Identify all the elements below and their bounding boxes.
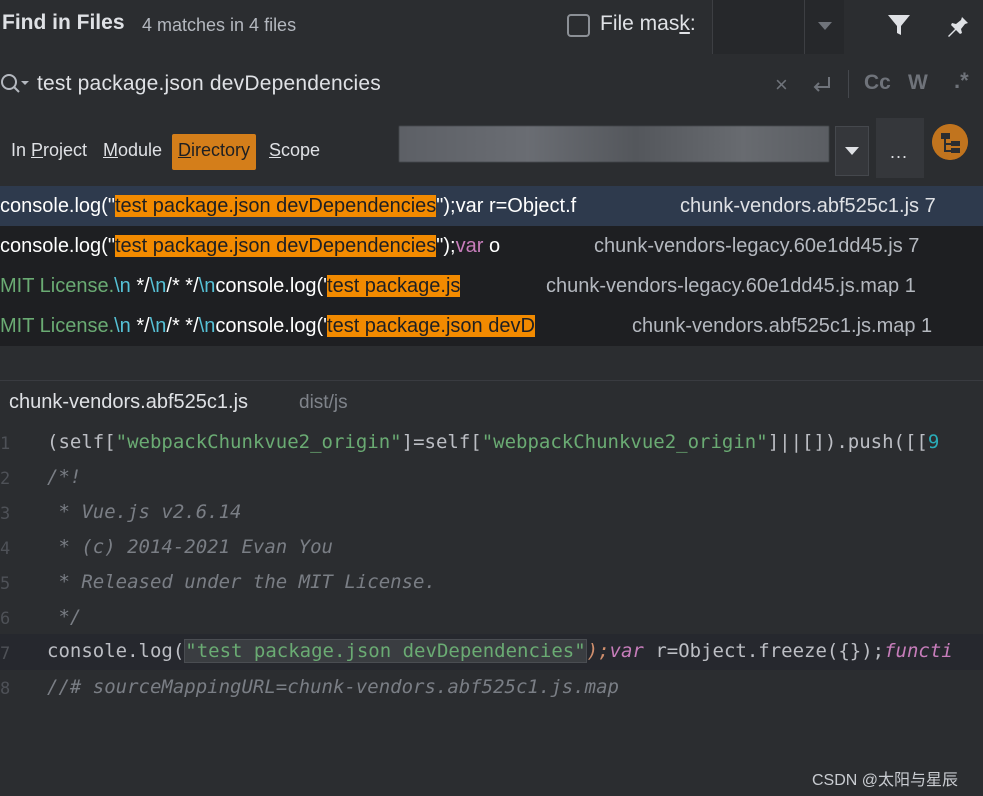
code-line: * Vue.js v2.6.14 (47, 501, 242, 523)
match-case-icon[interactable]: Cc (864, 71, 891, 95)
match-highlight: test package.json devDependencies (114, 235, 437, 257)
tab-in-project[interactable]: In Project (11, 140, 87, 161)
line-number: 2 (0, 469, 11, 489)
preview-header: chunk-vendors.abf525c1.js dist/js (0, 380, 983, 426)
result-row[interactable]: console.log("test package.json devDepend… (0, 226, 983, 266)
file-mask-dropdown[interactable] (804, 0, 844, 54)
match-highlight: "test package.json devDependencies" (184, 639, 587, 663)
preview-file-name: chunk-vendors.abf525c1.js (9, 391, 249, 413)
tab-directory[interactable]: Directory (172, 134, 257, 170)
code-line: (self["webpackChunkvue2_origin"]=self["w… (47, 431, 940, 453)
results-empty-area (0, 346, 983, 380)
result-snippet: console.log("test package.json devDepend… (0, 235, 501, 257)
result-snippet: MIT License.\n */\n/* */\nconsole.log('t… (0, 315, 535, 337)
results-list: console.log("test package.json devDepend… (0, 186, 983, 346)
result-snippet: MIT License.\n */\n/* */\nconsole.log('t… (0, 275, 461, 297)
toolbar-separator (848, 70, 849, 98)
preview-file-path: dist/js (299, 392, 348, 413)
code-line: console.log("test package.json devDepend… (47, 639, 953, 663)
whole-words-icon[interactable]: W (908, 71, 928, 95)
result-file: chunk-vendors.abf525c1.js.map 1 (632, 315, 933, 337)
tab-scope[interactable]: Scope (269, 140, 320, 161)
code-line: */ (47, 606, 82, 628)
line-number: 1 (0, 434, 11, 454)
match-count: 4 matches in 4 files (142, 15, 297, 35)
scope-row: In Project Module Directory Scope ... (0, 112, 983, 186)
directory-path-input[interactable] (399, 126, 829, 162)
clear-icon[interactable]: × (775, 74, 788, 96)
tab-module[interactable]: Module (103, 140, 162, 161)
line-number: 6 (0, 609, 11, 629)
newline-icon[interactable] (810, 73, 834, 97)
result-row[interactable]: MIT License.\n */\n/* */\nconsole.log('t… (0, 306, 983, 346)
find-header: Find in Files 4 matches in 4 files File … (0, 0, 983, 55)
code-preview[interactable]: 1 2 3 4 5 6 7 8 (self["webpackChunkvue2_… (0, 426, 983, 796)
line-number: 7 (0, 644, 11, 664)
search-row: test package.json devDependencies × Cc W… (0, 56, 983, 112)
file-mask-input[interactable] (712, 0, 804, 54)
line-number: 8 (0, 679, 11, 699)
match-highlight: test package.js (327, 275, 461, 297)
result-file: chunk-vendors.abf525c1.js 7 (680, 195, 936, 217)
search-input[interactable]: test package.json devDependencies (37, 72, 381, 96)
line-number: 3 (0, 504, 11, 524)
pin-icon[interactable] (944, 12, 970, 38)
browse-button[interactable]: ... (876, 118, 924, 178)
result-file: chunk-vendors-legacy.60e1dd45.js 7 (594, 235, 920, 257)
result-file: chunk-vendors-legacy.60e1dd45.js.map 1 (546, 275, 916, 297)
file-mask-checkbox[interactable] (567, 14, 590, 37)
result-snippet: console.log("test package.json devDepend… (0, 195, 577, 217)
watermark: CSDN @太阳与星辰 (812, 772, 959, 789)
search-history-icon[interactable] (0, 72, 30, 98)
code-line: * Released under the MIT License. (47, 571, 436, 593)
line-number: 5 (0, 574, 11, 594)
result-row[interactable]: MIT License.\n */\n/* */\nconsole.log('t… (0, 266, 983, 306)
folder-structure-icon[interactable] (932, 124, 968, 160)
code-line: * (c) 2014-2021 Evan You (47, 536, 333, 558)
code-line: //# sourceMappingURL=chunk-vendors.abf52… (47, 676, 619, 698)
result-row[interactable]: console.log("test package.json devDepend… (0, 186, 983, 226)
directory-dropdown[interactable] (835, 126, 869, 176)
match-highlight: test package.json devDependencies (114, 195, 437, 217)
line-number: 4 (0, 539, 11, 559)
match-highlight: test package.json devD (327, 315, 535, 337)
filter-icon[interactable] (886, 12, 912, 38)
dialog-title: Find in Files (2, 11, 125, 34)
regex-icon[interactable]: .* (954, 68, 969, 94)
code-line: /*! (47, 466, 82, 488)
file-mask-label[interactable]: File mask: (600, 12, 696, 36)
